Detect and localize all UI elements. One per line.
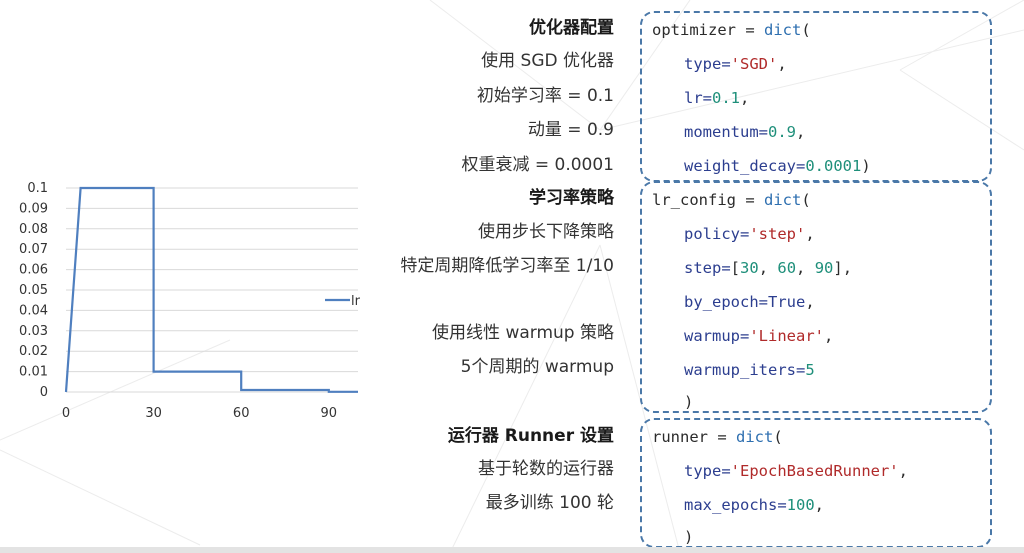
- code-line: momentum=0.9,: [684, 123, 806, 141]
- bottom-bar: [0, 547, 1024, 553]
- step-policy-label: 使用步长下降策略: [478, 222, 614, 242]
- code-line: warmup='Linear',: [684, 327, 834, 345]
- momentum-label: 动量 = 0.9: [527, 120, 614, 140]
- y-tick-label: 0.02: [19, 344, 48, 359]
- code-line: runner = dict(: [652, 428, 783, 446]
- linear-warmup-label: 使用线性 warmup 策略: [432, 323, 614, 343]
- y-tick-label: 0.03: [19, 324, 48, 339]
- initial-lr-label: 初始学习率 = 0.1: [476, 86, 614, 106]
- y-tick-label: 0.1: [27, 181, 48, 196]
- code-line: optimizer = dict(: [652, 21, 811, 39]
- y-tick-label: 0.06: [19, 263, 48, 278]
- x-tick-label: 0: [62, 406, 70, 421]
- optimizer-code-box: optimizer = dict( type='SGD', lr=0.1, mo…: [640, 11, 992, 182]
- code-line: policy='step',: [684, 225, 815, 243]
- runner-code-box: runner = dict( type='EpochBasedRunner', …: [640, 418, 992, 548]
- y-tick-label: 0.01: [19, 365, 48, 380]
- x-tick-label: 90: [321, 406, 338, 421]
- y-tick-label: 0.05: [19, 283, 48, 298]
- optimizer-header: 优化器配置: [529, 18, 614, 38]
- code-line: lr=0.1,: [684, 89, 750, 107]
- code-line: ): [684, 528, 694, 546]
- y-tick-label: 0.04: [19, 303, 48, 318]
- y-tick-label: 0.08: [19, 222, 48, 237]
- lr-chart: 0 0.01 0.02 0.03 0.04 0.05 0.06 0.07 0.08 0.09 0.1…: [19, 181, 361, 421]
- code-line: weight_decay=0.0001): [684, 157, 871, 175]
- code-line: warmup_iters=5: [684, 361, 815, 379]
- code-line: lr_config = dict(: [652, 191, 811, 209]
- y-tick-label: 0.09: [19, 201, 48, 216]
- y-tick-label: 0: [40, 385, 48, 400]
- runner-header: 运行器 Runner 设置: [447, 426, 614, 446]
- x-tick-label: 60: [233, 406, 250, 421]
- code-line: type='EpochBasedRunner',: [684, 462, 908, 480]
- legend-label: lr: [351, 294, 361, 309]
- warmup-iters-label: 5个周期的 warmup: [460, 357, 614, 377]
- y-tick-label: 0.07: [19, 242, 48, 257]
- epoch-runner-label: 基于轮数的运行器: [478, 459, 614, 479]
- max-epochs-label: 最多训练 100 轮: [485, 493, 614, 513]
- code-line: type='SGD',: [684, 55, 787, 73]
- code-line: ): [684, 393, 694, 411]
- step-desc-label: 特定周期降低学习率至 1/10: [400, 256, 614, 276]
- code-line: by_epoch=True,: [684, 293, 815, 311]
- code-line: step=[30, 60, 90],: [684, 259, 853, 277]
- x-tick-label: 30: [145, 406, 162, 421]
- code-line: max_epochs=100,: [684, 496, 824, 514]
- weight-decay-label: 权重衰减 = 0.0001: [461, 155, 614, 175]
- lr-header: 学习率策略: [529, 188, 614, 208]
- lr-config-code-box: lr_config = dict( policy='step', step=[3…: [640, 181, 992, 413]
- use-sgd-label: 使用 SGD 优化器: [481, 51, 614, 71]
